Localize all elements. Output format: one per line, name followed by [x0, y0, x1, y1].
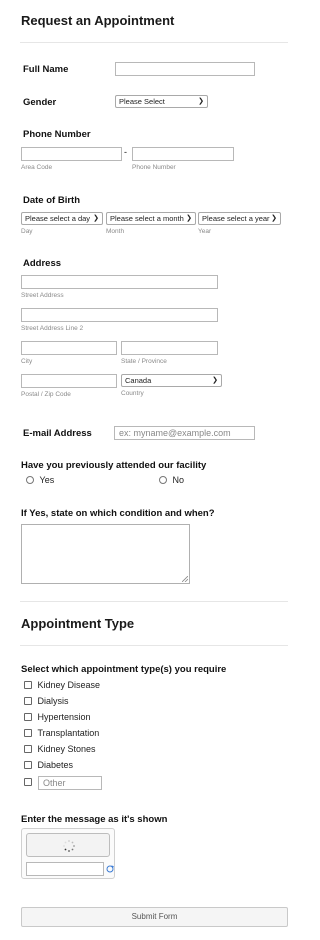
full-name-label: Full Name	[23, 64, 69, 75]
types-label: Select which appointment type(s) you req…	[21, 664, 227, 675]
radio-yes[interactable]	[26, 476, 34, 484]
condition-label: If Yes, state on which condition and whe…	[21, 508, 215, 519]
attended-label: Have you previously attended our facilit…	[21, 460, 207, 471]
street-address-2-sublabel: Street Address Line 2	[21, 325, 84, 332]
chevron-down-icon: ❯	[93, 215, 99, 222]
type-option-diabetes[interactable]: Diabetes	[24, 760, 73, 770]
phone-dash: -	[124, 147, 127, 157]
postal-code-input[interactable]	[21, 374, 117, 388]
page-title: Request an Appointment	[21, 13, 175, 28]
loading-spinner-icon	[63, 840, 75, 852]
dob-year-sublabel: Year	[198, 228, 212, 235]
divider	[20, 42, 288, 43]
captcha-box	[21, 828, 115, 879]
checkbox[interactable]	[24, 745, 32, 753]
state-input[interactable]	[121, 341, 218, 355]
type-option-kidney-stones[interactable]: Kidney Stones	[24, 744, 96, 754]
city-sublabel: City	[21, 358, 33, 365]
checkbox[interactable]	[24, 713, 32, 721]
phone-label: Phone Number	[23, 129, 91, 140]
captcha-input[interactable]	[26, 862, 104, 876]
type-option-hypertension[interactable]: Hypertension	[24, 712, 91, 722]
type-option-label: Transplantation	[37, 728, 100, 738]
dob-day-select[interactable]: Please select a day ❯	[21, 212, 103, 225]
type-option-kidney-disease[interactable]: Kidney Disease	[24, 680, 100, 690]
type-option-other[interactable]	[24, 777, 32, 787]
dob-day-value: Please select a day	[25, 214, 91, 223]
other-placeholder: Other	[43, 778, 66, 788]
attended-yes-label: Yes	[39, 475, 55, 485]
address-label: Address	[23, 258, 62, 269]
captcha-label: Enter the message as it's shown	[21, 814, 168, 825]
postal-code-sublabel: Postal / Zip Code	[21, 391, 71, 398]
chevron-down-icon: ❯	[198, 98, 204, 105]
dob-month-value: Please select a month	[110, 214, 184, 223]
type-option-label: Diabetes	[37, 760, 74, 770]
street-address-2-input[interactable]	[21, 308, 218, 322]
street-address-input[interactable]	[21, 275, 218, 289]
email-label: E-mail Address	[23, 428, 92, 439]
type-option-transplantation[interactable]: Transplantation	[24, 728, 99, 738]
type-option-label: Hypertension	[37, 712, 91, 722]
type-option-label: Kidney Disease	[37, 680, 101, 690]
phone-number-sublabel: Phone Number	[132, 164, 176, 171]
refresh-icon[interactable]	[106, 865, 114, 873]
radio-no[interactable]	[159, 476, 167, 484]
type-option-dialysis[interactable]: Dialysis	[24, 696, 69, 706]
email-input[interactable]: ex: myname@example.com	[114, 426, 255, 440]
email-placeholder: ex: myname@example.com	[119, 428, 231, 438]
gender-label: Gender	[23, 97, 57, 108]
dob-year-value: Please select a year	[202, 214, 270, 223]
checkbox[interactable]	[24, 697, 32, 705]
state-sublabel: State / Province	[121, 358, 167, 365]
dob-month-sublabel: Month	[106, 228, 125, 235]
chevron-down-icon: ❯	[186, 215, 192, 222]
attended-no-label: No	[172, 475, 185, 485]
country-select-value: Canada	[125, 376, 152, 385]
type-option-label: Dialysis	[37, 696, 69, 706]
checkbox[interactable]	[24, 761, 32, 769]
dob-day-sublabel: Day	[21, 228, 33, 235]
country-select[interactable]: Canada ❯	[121, 374, 222, 387]
attended-yes-option[interactable]: Yes	[26, 475, 54, 485]
city-input[interactable]	[21, 341, 117, 355]
other-input[interactable]: Other	[38, 776, 102, 790]
phone-number-input[interactable]	[132, 147, 234, 161]
submit-button[interactable]: Submit Form	[21, 907, 288, 927]
chevron-down-icon: ❯	[271, 215, 277, 222]
divider	[20, 601, 288, 602]
street-address-sublabel: Street Address	[21, 292, 64, 299]
divider	[20, 645, 288, 646]
checkbox[interactable]	[24, 681, 32, 689]
full-name-input[interactable]	[115, 62, 255, 76]
gender-select[interactable]: Please Select ❯	[115, 95, 208, 108]
resize-handle-icon[interactable]	[182, 576, 188, 582]
condition-textarea[interactable]	[21, 524, 190, 584]
country-sublabel: Country	[121, 390, 144, 397]
chevron-down-icon: ❯	[212, 377, 218, 384]
area-code-sublabel: Area Code	[21, 164, 53, 171]
dob-month-select[interactable]: Please select a month ❯	[106, 212, 196, 225]
type-option-label: Kidney Stones	[37, 744, 96, 754]
gender-select-value: Please Select	[119, 97, 165, 106]
dob-year-select[interactable]: Please select a year ❯	[198, 212, 281, 225]
captcha-image	[26, 833, 110, 857]
area-code-input[interactable]	[21, 147, 122, 161]
checkbox[interactable]	[24, 729, 32, 737]
checkbox[interactable]	[24, 778, 32, 786]
dob-label: Date of Birth	[23, 195, 80, 206]
attended-no-option[interactable]: No	[159, 475, 184, 485]
appointment-type-title: Appointment Type	[21, 616, 135, 631]
